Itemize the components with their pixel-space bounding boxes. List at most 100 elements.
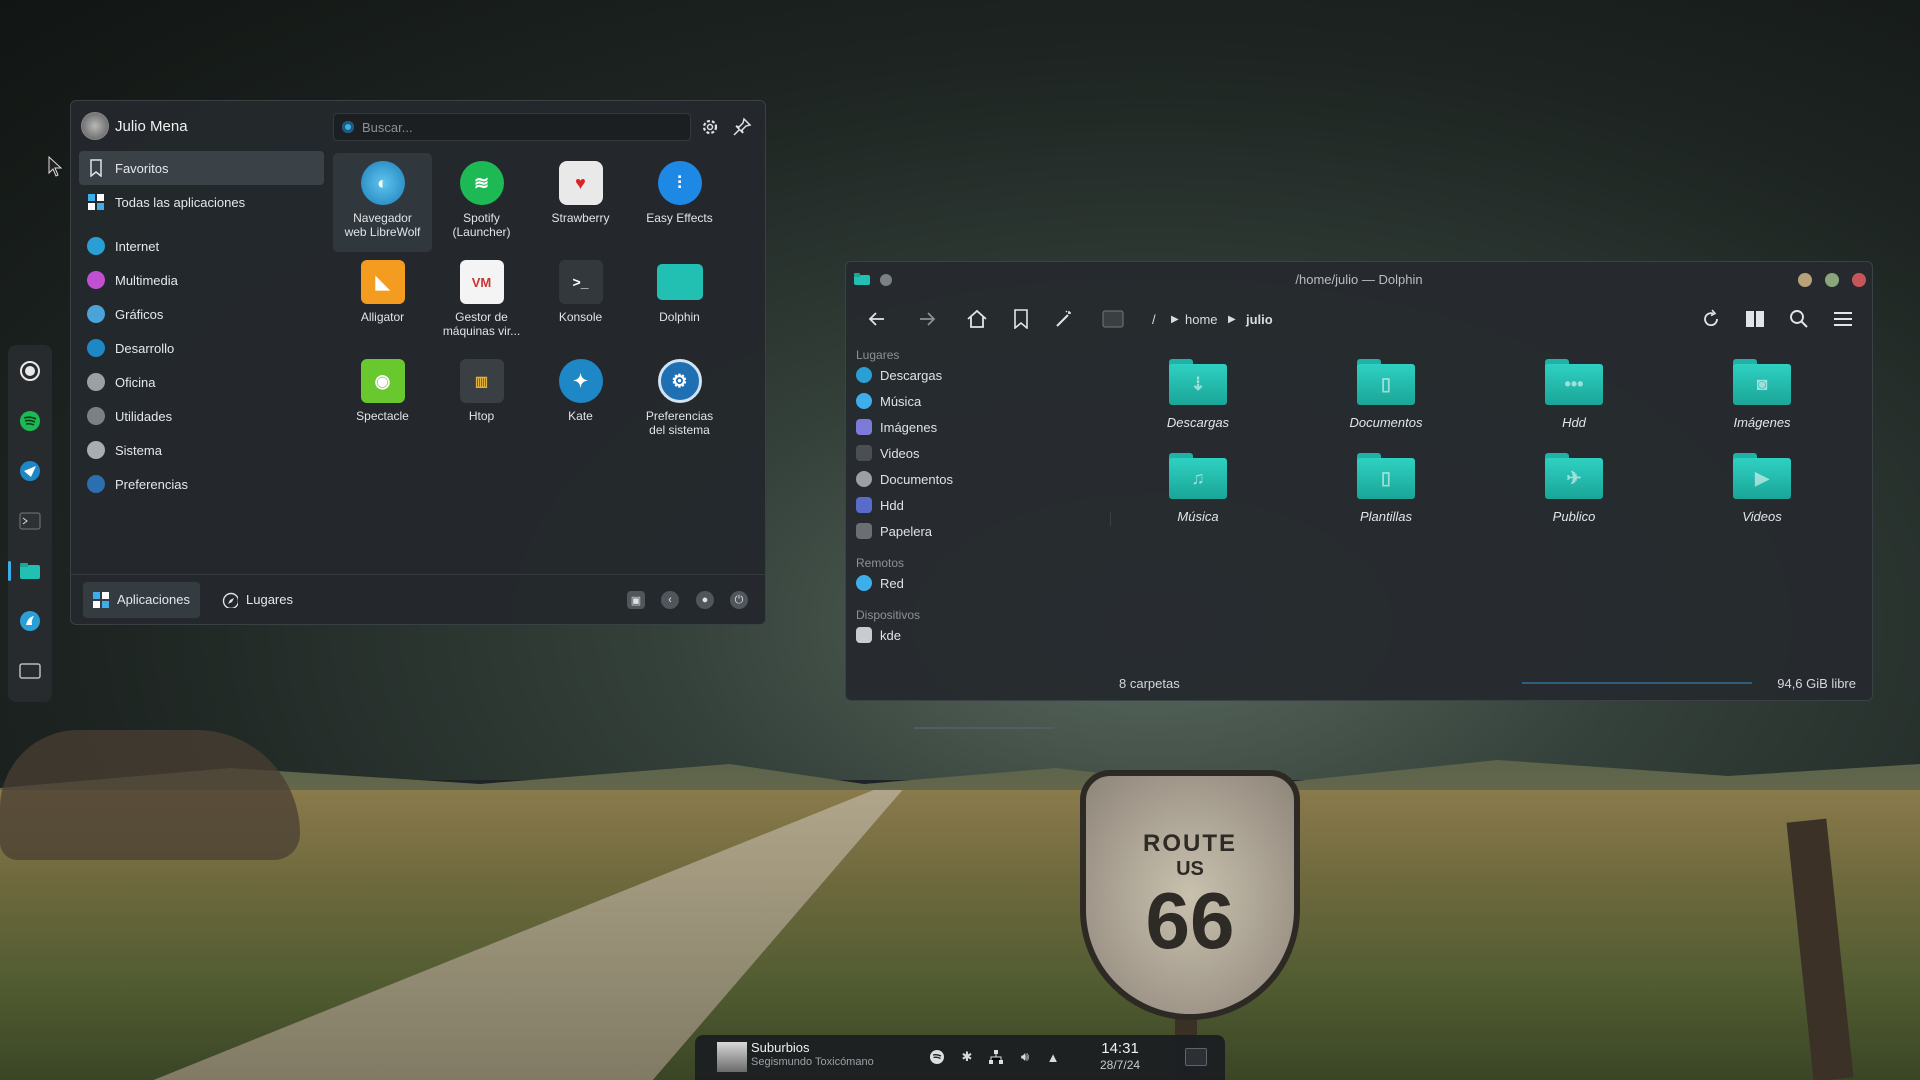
folder-label: Videos bbox=[1742, 509, 1782, 524]
search-input[interactable]: Buscar... bbox=[333, 113, 691, 141]
place-red[interactable]: Red bbox=[854, 570, 1064, 596]
forward-button[interactable] bbox=[914, 306, 940, 332]
breadcrumb-current[interactable]: julio bbox=[1246, 312, 1273, 327]
show-desktop-button[interactable] bbox=[14, 655, 46, 687]
dock-kate-button[interactable] bbox=[14, 455, 46, 487]
maximize-button[interactable] bbox=[1825, 273, 1839, 287]
media-player-widget[interactable]: Suburbios Segismundo Toxicómano bbox=[751, 1041, 874, 1069]
place-label: Hdd bbox=[880, 497, 904, 513]
place-label: Documentos bbox=[880, 471, 953, 487]
app-alligator[interactable]: ◣ Alligator bbox=[333, 252, 432, 351]
tab-applications[interactable]: Aplicaciones bbox=[83, 581, 200, 618]
multimedia-icon bbox=[87, 271, 105, 289]
app-spectacle[interactable]: ◉ Spectacle bbox=[333, 351, 432, 450]
dock-dolphin-button[interactable] bbox=[8, 555, 46, 587]
app-spotify[interactable]: ≋ Spotify (Launcher) bbox=[432, 153, 531, 252]
app-konsole[interactable]: >_ Konsole bbox=[531, 252, 630, 351]
minimize-button[interactable] bbox=[1798, 273, 1812, 287]
home-button[interactable] bbox=[964, 306, 990, 332]
app-dolphin[interactable]: Dolphin bbox=[630, 252, 729, 351]
close-button[interactable] bbox=[1852, 273, 1866, 287]
window-titlebar[interactable]: /home/julio — Dolphin bbox=[846, 262, 1872, 296]
tab-places[interactable]: Lugares bbox=[212, 582, 303, 618]
search-button[interactable] bbox=[1786, 306, 1812, 332]
route-66-sign: ROUTE US 66 bbox=[1080, 770, 1300, 1020]
terminal-button[interactable] bbox=[1100, 306, 1126, 332]
category-favoritos[interactable]: Favoritos bbox=[79, 151, 324, 185]
app-htop[interactable]: ▥ Htop bbox=[432, 351, 531, 450]
split-view-button[interactable] bbox=[1742, 306, 1768, 332]
category-utilidades[interactable]: Utilidades bbox=[79, 399, 324, 433]
clock-date: 28/7/24 bbox=[1100, 1058, 1141, 1072]
category-multimedia[interactable]: Multimedia bbox=[79, 263, 324, 297]
dock-librewolf-button[interactable] bbox=[14, 605, 46, 637]
category-desarrollo[interactable]: Desarrollo bbox=[79, 331, 324, 365]
arrow-left-icon bbox=[868, 312, 884, 326]
category-graficos[interactable]: Gráficos bbox=[79, 297, 324, 331]
back-button[interactable] bbox=[864, 306, 890, 332]
app-virt-manager[interactable]: VM Gestor de máquinas vir... bbox=[432, 252, 531, 351]
folder-label: Música bbox=[1177, 509, 1219, 524]
place-hdd[interactable]: Hdd bbox=[854, 492, 1064, 518]
bookmark-button[interactable] bbox=[1008, 306, 1034, 332]
chevron-left-icon: ‹ bbox=[668, 594, 672, 606]
category-oficina[interactable]: Oficina bbox=[79, 365, 324, 399]
pin-button[interactable] bbox=[731, 116, 753, 138]
app-librewolf[interactable]: ◐ Navegador web LibreWolf bbox=[333, 153, 432, 252]
category-todas[interactable]: Todas las aplicaciones bbox=[79, 185, 324, 219]
network-drive-icon bbox=[856, 497, 872, 513]
app-strawberry[interactable]: ♥ Strawberry bbox=[531, 153, 630, 252]
dock-spotify-button[interactable] bbox=[14, 405, 46, 437]
category-internet[interactable]: Internet bbox=[79, 229, 324, 263]
app-label: Htop bbox=[468, 409, 495, 423]
folder-descargas[interactable]: ⇣ Descargas bbox=[1104, 359, 1292, 453]
place-musica[interactable]: Música bbox=[854, 388, 1064, 414]
app-easy-effects[interactable]: ⫶ Easy Effects bbox=[630, 153, 729, 252]
tray-volume[interactable]: 🔊︎ bbox=[1016, 1048, 1034, 1066]
folder-imagenes[interactable]: ◙ Imágenes bbox=[1668, 359, 1856, 453]
bookmark-icon bbox=[90, 159, 102, 177]
place-documentos[interactable]: Documentos bbox=[854, 466, 1064, 492]
tray-spotify[interactable] bbox=[928, 1048, 946, 1066]
favorites-grid: ◐ Navegador web LibreWolf ≋ Spotify (Launc… bbox=[333, 153, 743, 450]
tray-expand[interactable]: ▲ bbox=[1044, 1048, 1062, 1066]
avatar[interactable] bbox=[81, 112, 109, 140]
user-switch-button[interactable]: ● bbox=[696, 591, 714, 609]
dock-konsole-button[interactable] bbox=[14, 505, 46, 537]
tray-kdeconnect[interactable]: ✱ bbox=[958, 1048, 976, 1066]
tray-network[interactable] bbox=[987, 1048, 1005, 1066]
breadcrumb-root[interactable]: / bbox=[1152, 312, 1156, 327]
app-kate[interactable]: ✦ Kate bbox=[531, 351, 630, 450]
shutdown-button[interactable]: ⏻ bbox=[730, 591, 748, 609]
menu-button[interactable] bbox=[1830, 306, 1856, 332]
place-videos[interactable]: Videos bbox=[854, 440, 1064, 466]
grid-icon bbox=[88, 194, 104, 210]
configure-button[interactable] bbox=[699, 116, 721, 138]
place-descargas[interactable]: Descargas bbox=[854, 362, 1064, 388]
album-art[interactable] bbox=[717, 1042, 747, 1072]
digital-clock[interactable]: 14:31 28/7/24 bbox=[1100, 1041, 1140, 1073]
pin-icon bbox=[733, 117, 752, 136]
back-button[interactable]: ‹ bbox=[661, 591, 679, 609]
folder-publico[interactable]: ✈ Publico bbox=[1480, 453, 1668, 547]
launcher-icon bbox=[20, 361, 40, 381]
filter-button[interactable] bbox=[1051, 306, 1077, 332]
category-label: Oficina bbox=[115, 374, 156, 390]
show-desktop-button[interactable] bbox=[1185, 1048, 1207, 1066]
launcher-button[interactable] bbox=[14, 355, 46, 387]
folder-plantillas[interactable]: ▯ Plantillas bbox=[1292, 453, 1480, 547]
lock-button[interactable]: ▣ bbox=[627, 591, 645, 609]
place-imagenes[interactable]: Imágenes bbox=[854, 414, 1064, 440]
reload-button[interactable] bbox=[1698, 306, 1724, 332]
folder-videos[interactable]: ▶ Videos bbox=[1668, 453, 1856, 547]
folder-documentos[interactable]: ▯ Documentos bbox=[1292, 359, 1480, 453]
pin-dot-icon[interactable] bbox=[880, 274, 892, 286]
folder-musica[interactable]: ♫ Música bbox=[1104, 453, 1292, 547]
place-kde[interactable]: kde bbox=[854, 622, 1064, 648]
category-preferencias[interactable]: Preferencias bbox=[79, 467, 324, 501]
folder-hdd[interactable]: ••• Hdd bbox=[1480, 359, 1668, 453]
breadcrumb-home[interactable]: home bbox=[1185, 312, 1218, 327]
place-papelera[interactable]: Papelera bbox=[854, 518, 1064, 544]
category-sistema[interactable]: Sistema bbox=[79, 433, 324, 467]
app-system-settings[interactable]: ⚙ Preferencias del sistema bbox=[630, 351, 729, 450]
